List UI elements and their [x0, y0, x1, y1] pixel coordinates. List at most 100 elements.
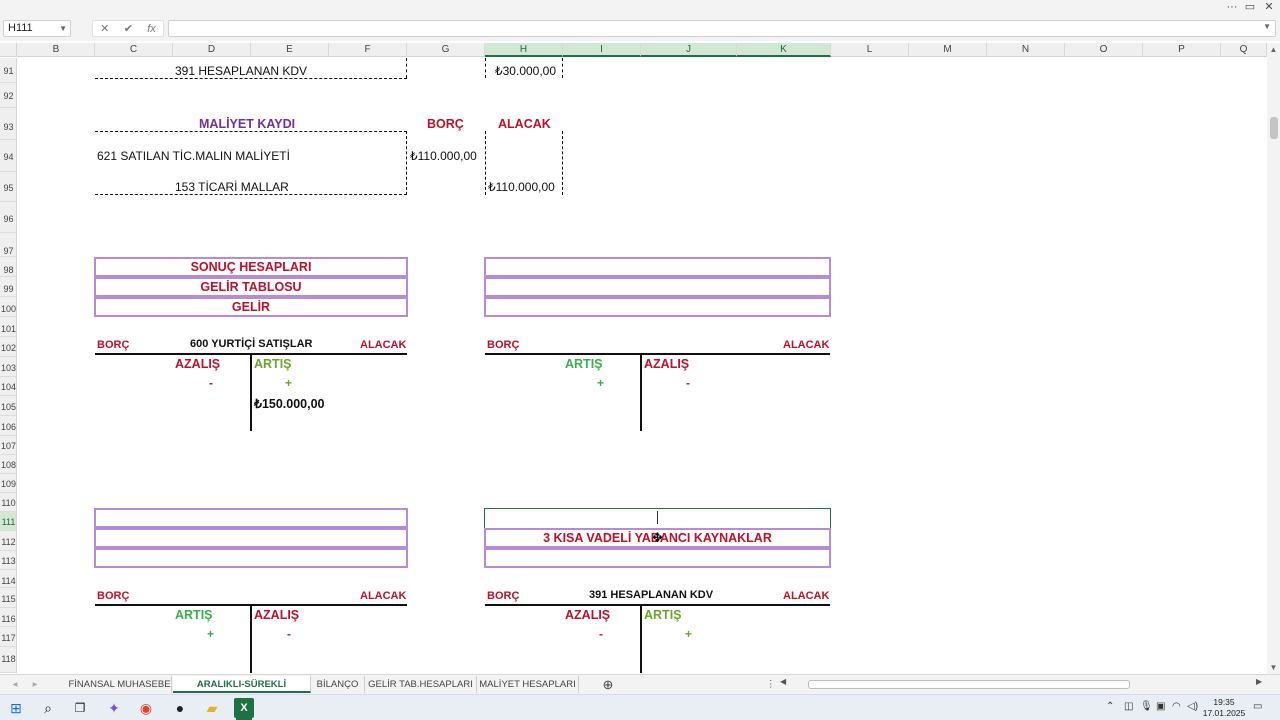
row-header[interactable]: 107 — [0, 436, 16, 455]
row-header[interactable]: 115 — [0, 588, 16, 608]
t600-left-sign[interactable]: - — [209, 376, 213, 390]
tab-scroll-left-icon[interactable]: ◂ — [8, 676, 22, 693]
tab-bilanco[interactable]: BİLANÇO — [311, 676, 365, 693]
row-header[interactable]: 96 — [0, 202, 16, 233]
tlb-left-sign[interactable]: + — [207, 627, 214, 641]
tlb-right-label[interactable]: AZALIŞ — [254, 608, 299, 622]
close-icon[interactable]: ✕ — [1259, 0, 1279, 15]
header-box[interactable] — [484, 277, 831, 297]
name-box[interactable]: H111 ▼ — [3, 20, 71, 37]
tab-maliyet-hesaplari[interactable]: MALİYET HESAPLARI — [477, 676, 579, 693]
horizontal-scroll-thumb[interactable] — [808, 680, 1130, 689]
tray-app-icon[interactable]: ◫ — [1124, 701, 1133, 712]
select-all-button[interactable] — [0, 43, 17, 57]
tab-scroll-right-icon[interactable]: ▸ — [28, 676, 42, 693]
t600-borc[interactable]: BORÇ — [97, 339, 129, 351]
header-box[interactable]: SONUÇ HESAPLARI — [94, 257, 408, 277]
volume-icon[interactable]: ◁) — [1187, 701, 1198, 712]
header-box[interactable]: GELİR TABLOSU — [94, 277, 408, 297]
add-sheet-icon[interactable]: ⊕ — [598, 676, 618, 693]
tright-alacak[interactable]: ALACAK — [783, 339, 829, 351]
worksheet-grid[interactable]: 391 HESAPLANAN KDV ₺30.000,00 MALİYET KA… — [18, 58, 1267, 673]
tlb-right-sign[interactable]: - — [287, 627, 291, 641]
tlb-alacak[interactable]: ALACAK — [360, 590, 406, 602]
notification-icon[interactable]: ▭ — [1253, 701, 1262, 712]
column-header-d[interactable]: D — [173, 43, 251, 57]
header-box[interactable] — [484, 548, 831, 568]
row-header[interactable]: 92 — [0, 83, 16, 108]
vertical-scrollbar[interactable]: ▲ ▼ — [1267, 43, 1280, 676]
copilot-icon[interactable]: ✦ — [104, 698, 124, 718]
tright-right-sign[interactable]: - — [686, 376, 690, 390]
row-header[interactable]: 102 — [0, 337, 16, 357]
row-header[interactable]: 109 — [0, 474, 16, 493]
row-header[interactable]: 94 — [0, 140, 16, 172]
row-header-selected[interactable]: 111 — [0, 512, 16, 531]
t391-right-sign[interactable]: + — [685, 627, 692, 641]
task-view-icon[interactable]: ❐ — [70, 698, 90, 718]
row-header[interactable]: 91 — [0, 58, 16, 83]
tray-chevron-up-icon[interactable]: ⌃ — [1106, 701, 1114, 712]
cell-g94[interactable]: ₺110.000,00 — [410, 149, 477, 163]
chrome-icon[interactable]: ◉ — [136, 698, 156, 718]
tab-gelir-tab-hesaplari[interactable]: GELİR TAB.HESAPLARI — [365, 676, 477, 693]
scroll-right-icon[interactable]: ▶ — [1256, 677, 1262, 686]
row-header[interactable]: 117 — [0, 627, 16, 647]
restore-icon[interactable]: ▭ — [1240, 0, 1260, 15]
column-header-m[interactable]: M — [909, 43, 987, 57]
tright-borc[interactable]: BORÇ — [487, 339, 519, 351]
microphone-icon[interactable]: 🎙 — [1140, 701, 1153, 712]
t391-borc[interactable]: BORÇ — [487, 590, 519, 602]
tab-split-handle-icon[interactable]: ⋮ — [766, 676, 776, 693]
alacak-header[interactable]: ALACAK — [498, 117, 551, 131]
column-header-o[interactable]: O — [1065, 43, 1143, 57]
cell-h95[interactable]: ₺110.000,00 — [488, 180, 555, 194]
row-header[interactable]: 116 — [0, 608, 16, 627]
row-header[interactable]: 112 — [0, 531, 16, 551]
windows-start-icon[interactable]: ⊞ — [6, 698, 26, 718]
column-header-l[interactable]: L — [831, 43, 909, 57]
header-box[interactable]: GELİR — [94, 297, 408, 317]
header-box[interactable] — [484, 297, 831, 317]
column-header-n[interactable]: N — [987, 43, 1065, 57]
app-icon[interactable]: ● — [170, 698, 190, 718]
header-box[interactable] — [94, 548, 408, 568]
column-header-g[interactable]: G — [407, 43, 485, 57]
t600-left-label[interactable]: AZALIŞ — [175, 357, 220, 371]
row-header[interactable]: 104 — [0, 377, 16, 396]
row-header[interactable]: 101 — [0, 317, 16, 337]
t600-title[interactable]: 600 YURTİÇİ SATIŞLAR — [190, 338, 312, 350]
horizontal-scrollbar[interactable]: ◀ ▶ — [780, 677, 1266, 690]
row-header[interactable]: 93 — [0, 108, 16, 140]
row-header[interactable]: 113 — [0, 551, 16, 570]
t600-alacak[interactable]: ALACAK — [360, 339, 406, 351]
cell-c94[interactable]: 621 SATILAN TİC.MALIN MALİYETİ — [97, 149, 290, 163]
enter-icon[interactable]: ✔ — [124, 22, 133, 35]
tlb-left-label[interactable]: ARTIŞ — [175, 608, 213, 622]
row-header[interactable]: 100 — [0, 297, 16, 317]
column-header-p[interactable]: P — [1143, 43, 1221, 57]
tright-left-label[interactable]: ARTIŞ — [565, 357, 603, 371]
search-icon[interactable]: ⌕ — [38, 698, 58, 718]
t600-amount[interactable]: ₺150.000,00 — [254, 396, 325, 411]
selected-cell-h111[interactable] — [484, 508, 831, 529]
row-header[interactable]: 103 — [0, 357, 16, 377]
t391-right-label[interactable]: ARTIŞ — [644, 608, 682, 622]
column-header-j[interactable]: J — [641, 43, 737, 57]
row-header[interactable]: 106 — [0, 416, 16, 436]
file-explorer-icon[interactable]: ▰ — [202, 698, 222, 718]
column-header-h[interactable]: H — [485, 43, 563, 57]
column-header-e[interactable]: E — [251, 43, 329, 57]
tright-right-label[interactable]: AZALIŞ — [644, 357, 689, 371]
row-header[interactable]: 110 — [0, 493, 16, 512]
column-header-c[interactable]: C — [95, 43, 173, 57]
wifi-icon[interactable]: ◠ — [1172, 701, 1181, 712]
header-box[interactable] — [94, 508, 408, 528]
row-header[interactable]: 97 — [0, 233, 16, 257]
row-header[interactable]: 98 — [0, 257, 16, 277]
t600-right-sign[interactable]: + — [285, 376, 292, 390]
column-header-i[interactable]: I — [563, 43, 641, 57]
column-header-q[interactable]: Q — [1221, 43, 1267, 57]
row-header[interactable]: 108 — [0, 455, 16, 474]
row-header[interactable]: 105 — [0, 396, 16, 416]
